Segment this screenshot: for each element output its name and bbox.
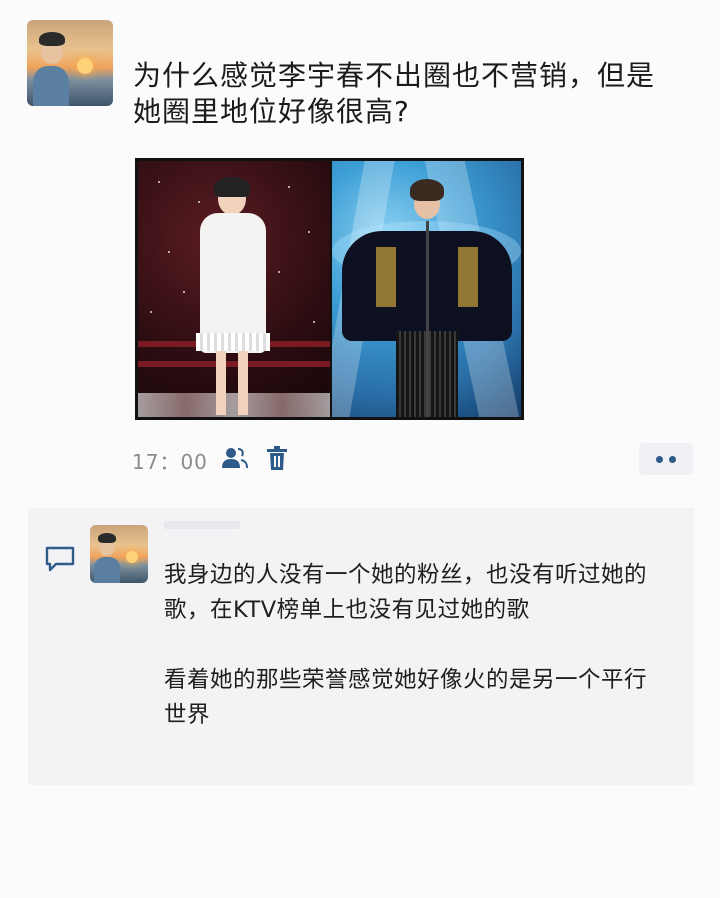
post-text-line2: 她圈里地位好像很高? bbox=[133, 95, 410, 128]
comment-paragraph-2: 看着她的那些荣誉感觉她好像火的是另一个平行世界 bbox=[164, 667, 648, 728]
post-time: 17：00 bbox=[132, 450, 208, 474]
post-text-line1: 为什么感觉李宇春不出圈也不营销，但是 bbox=[133, 59, 656, 92]
post-text: 为什么感觉李宇春不出圈也不营销，但是 她圈里地位好像很高? bbox=[133, 58, 693, 130]
comment-author-name-placeholder bbox=[164, 521, 240, 529]
post-image[interactable] bbox=[135, 158, 524, 420]
trash-icon[interactable] bbox=[266, 445, 288, 471]
more-options-button[interactable] bbox=[639, 443, 693, 475]
more-dot-icon bbox=[669, 456, 676, 463]
comment-bubble-icon bbox=[45, 546, 75, 572]
comment-text: 我身边的人没有一个她的粉丝，也没有听过她的歌，在KTV榜单上也没有见过她的歌 看… bbox=[164, 558, 664, 733]
more-dot-icon bbox=[656, 456, 663, 463]
comment-author-avatar[interactable] bbox=[90, 525, 148, 583]
post-author-avatar[interactable] bbox=[27, 20, 113, 106]
person-group-icon[interactable] bbox=[220, 446, 248, 470]
image-left-singer-white-dress bbox=[138, 161, 330, 417]
image-right-singer-black-outfit bbox=[332, 161, 521, 417]
comment-paragraph-1: 我身边的人没有一个她的粉丝，也没有听过她的歌，在KTV榜单上也没有见过她的歌 bbox=[164, 562, 648, 623]
